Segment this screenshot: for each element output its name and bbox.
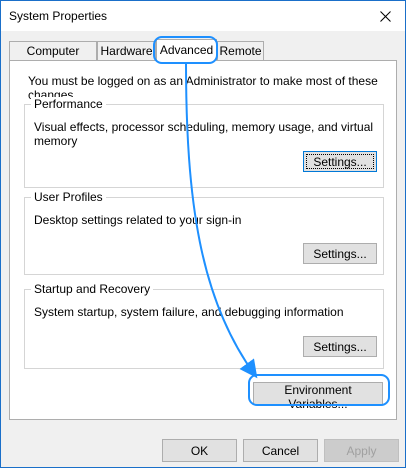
user-profiles-group-title: User Profiles (31, 190, 106, 204)
performance-group: Performance Visual effects, processor sc… (24, 97, 384, 188)
user-profiles-group: User Profiles Desktop settings related t… (24, 190, 384, 275)
startup-recovery-settings-button[interactable]: Settings... (303, 336, 377, 357)
ok-button[interactable]: OK (162, 439, 237, 462)
performance-group-title: Performance (31, 97, 106, 111)
user-profiles-description: Desktop settings related to your sign-in (34, 213, 242, 227)
startup-recovery-description: System startup, system failure, and debu… (34, 305, 344, 319)
performance-description: Visual effects, processor scheduling, me… (34, 120, 374, 148)
startup-recovery-group: Startup and Recovery System startup, sys… (24, 282, 384, 369)
tab-hardware[interactable]: Hardware (97, 41, 156, 60)
startup-recovery-group-title: Startup and Recovery (31, 282, 154, 296)
environment-variables-button[interactable]: Environment Variables... (253, 382, 383, 411)
close-button[interactable] (365, 1, 405, 31)
user-profiles-settings-button[interactable]: Settings... (303, 243, 377, 264)
close-icon (379, 10, 391, 22)
tab-computer-name[interactable]: Computer Name (9, 41, 97, 76)
performance-settings-button[interactable]: Settings... (303, 151, 377, 172)
tab-advanced[interactable]: Advanced (156, 39, 217, 61)
title-bar: System Properties (1, 1, 405, 31)
window-title: System Properties (9, 9, 108, 23)
cancel-button[interactable]: Cancel (243, 439, 318, 462)
tab-remote[interactable]: Remote (217, 41, 264, 60)
apply-button[interactable]: Apply (324, 439, 399, 462)
system-properties-window: System Properties Computer Name Hardware… (0, 0, 406, 468)
advanced-tab-page: You must be logged on as an Administrato… (9, 60, 397, 420)
